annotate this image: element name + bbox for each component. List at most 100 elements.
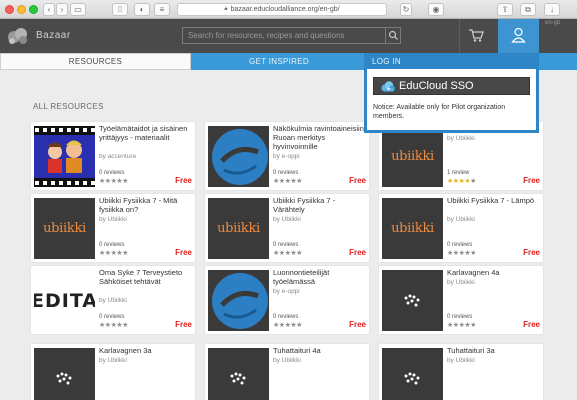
- lock-icon: 🔒︎: [224, 6, 228, 12]
- star-icon: ★: [470, 250, 476, 257]
- resource-card[interactable]: ubiikki Ubiikki Fysiikka 7 - Värähtely by …: [205, 194, 369, 262]
- resource-card[interactable]: Karlavagnen 3a by Ubiikki: [31, 344, 195, 400]
- resource-card[interactable]: Näkökulmia ravintoaineisiin: Ruoan merki…: [205, 122, 369, 190]
- extension-icon[interactable]: ◉: [428, 3, 444, 16]
- card-price: Free: [349, 248, 366, 257]
- close-window-button[interactable]: [5, 5, 14, 14]
- card-title[interactable]: Karlavagnen 3a: [99, 346, 193, 355]
- card-author[interactable]: by Ubiikki: [273, 357, 301, 364]
- minimize-window-button[interactable]: [17, 5, 26, 14]
- card-thumbnail[interactable]: ubiikki: [382, 126, 443, 187]
- card-author[interactable]: by Ubiikki: [447, 357, 475, 364]
- card-price: Free: [523, 320, 540, 329]
- login-popup-body: ★ EduCloud SSO Notice: Available only fo…: [367, 69, 536, 130]
- share-icon[interactable]: ⇪: [497, 3, 513, 16]
- star-icon: ★: [296, 322, 302, 329]
- resource-card[interactable]: ubiikki Ubiikki Fysiikka 7 - Lämpö by Ubii…: [379, 194, 543, 262]
- search-button[interactable]: [385, 28, 400, 43]
- star-rating: ★★★★★: [273, 178, 302, 186]
- search-input[interactable]: Search for resources, recipes and questi…: [182, 27, 401, 44]
- login-popup-title: LOG IN: [372, 57, 401, 66]
- resource-card[interactable]: Työelämätaidot ja sisäinen yrittäjyys - …: [31, 122, 195, 190]
- card-author[interactable]: by Ubiikki: [99, 297, 127, 304]
- site-header: Bazaar Search for resources, recipes and…: [0, 19, 577, 53]
- reload-icon[interactable]: ↻: [400, 3, 412, 16]
- card-author[interactable]: by e-oppi: [273, 153, 300, 160]
- star-rating: ★★★★★: [447, 178, 476, 186]
- card-title[interactable]: Ubiikki Fysiikka 7 - Mitä fysiikka on?: [99, 196, 193, 214]
- card-author[interactable]: by Ubiikki: [99, 216, 127, 223]
- language-selector[interactable]: en-gb: [545, 20, 560, 26]
- sidebar-toggle-icon[interactable]: ▭: [70, 3, 86, 16]
- card-title[interactable]: Työelämätaidot ja sisäinen yrittäjyys - …: [99, 124, 193, 142]
- tabs-overview-icon[interactable]: ⧉: [520, 3, 536, 16]
- card-title[interactable]: Ubiikki Fysiikka 7 - Värähtely: [273, 196, 367, 214]
- card-thumbnail[interactable]: ubiikki: [208, 198, 269, 259]
- card-title[interactable]: Näkökulmia ravintoaineisiin: Ruoan merki…: [273, 124, 367, 151]
- login-notice: Notice: Available only for Pilot organiz…: [373, 104, 506, 120]
- resource-card[interactable]: Tuhattaituri 3a by Ubiikki: [379, 344, 543, 400]
- dot-pattern-icon: [382, 270, 443, 331]
- star-icon: ★: [470, 322, 476, 329]
- shield-icon[interactable]: ◐: [134, 3, 150, 16]
- card-title[interactable]: Karlavagnen 4a: [447, 268, 541, 277]
- card-reviews-count: 0 reviews: [273, 314, 299, 320]
- resource-card[interactable]: EDITA Oma Syke 7 Terveystieto Sähköiset t…: [31, 266, 195, 334]
- cart-icon[interactable]: [468, 28, 484, 43]
- tab-resources[interactable]: RESOURCES: [0, 53, 191, 70]
- header-divider: [459, 19, 460, 53]
- card-thumbnail[interactable]: [382, 348, 443, 400]
- maximize-window-button[interactable]: [29, 5, 38, 14]
- star-icon: ★: [122, 250, 128, 257]
- resource-card[interactable]: Luonnontieteilijät työelämässä by e-oppi 0…: [205, 266, 369, 334]
- bazaar-logo-icon[interactable]: [6, 26, 30, 46]
- educloud-sso-button[interactable]: ★ EduCloud SSO: [373, 77, 530, 95]
- resource-card[interactable]: ubiikki Ubiikki Fysiikka 7 - Mitä fysiikk…: [31, 194, 195, 262]
- search-placeholder: Search for resources, recipes and questi…: [188, 31, 345, 40]
- card-thumbnail[interactable]: EDITA: [34, 270, 95, 331]
- browser-window: ‹ › ▭ ⁞⁞ ◐ ≡ 🔒︎ bazaar.educloudalliance.…: [0, 0, 577, 400]
- user-icon: [511, 27, 526, 43]
- card-title[interactable]: Luonnontieteilijät työelämässä: [273, 268, 367, 286]
- star-icon: ★: [296, 178, 302, 185]
- back-arrow-icon[interactable]: ‹: [43, 3, 55, 16]
- forward-arrow-icon[interactable]: ›: [56, 3, 68, 16]
- brand-name[interactable]: Bazaar: [36, 30, 71, 41]
- card-price: Free: [523, 176, 540, 185]
- download-icon[interactable]: ↓: [544, 3, 560, 16]
- card-price: Free: [349, 320, 366, 329]
- card-thumbnail[interactable]: ubiikki: [34, 198, 95, 259]
- thumbnail-logo-text: ubiikki: [43, 221, 86, 236]
- dot-pattern-icon: [34, 348, 95, 400]
- card-title[interactable]: Ubiikki Fysiikka 7 - Lämpö: [447, 196, 541, 205]
- card-thumbnail[interactable]: [208, 126, 269, 187]
- reader-icon[interactable]: ≡: [154, 3, 170, 16]
- card-thumbnail[interactable]: [208, 270, 269, 331]
- card-author[interactable]: by e-oppi: [273, 288, 300, 295]
- card-thumbnail[interactable]: [382, 270, 443, 331]
- login-button[interactable]: [498, 19, 539, 53]
- card-author[interactable]: by Ubiikki: [273, 216, 301, 223]
- star-rating: ★★★★★: [99, 178, 128, 186]
- resource-card[interactable]: Tuhattaituri 4a by Ubiikki: [205, 344, 369, 400]
- card-author[interactable]: by Ubiikki: [99, 357, 127, 364]
- card-reviews-count: 0 reviews: [99, 170, 125, 176]
- card-title[interactable]: Oma Syke 7 Terveystieto Sähköiset tehtäv…: [99, 268, 193, 286]
- card-author[interactable]: by Ubiikki: [447, 216, 475, 223]
- card-author[interactable]: by Ubiikki: [447, 279, 475, 286]
- card-thumbnail[interactable]: [34, 126, 95, 187]
- card-title[interactable]: Tuhattaituri 4a: [273, 346, 367, 355]
- educloud-sso-label: EduCloud SSO: [399, 80, 474, 92]
- search-icon: [388, 30, 398, 40]
- card-title[interactable]: Tuhattaituri 3a: [447, 346, 541, 355]
- card-thumbnail[interactable]: [208, 348, 269, 400]
- grid-view-icon[interactable]: ⁞⁞: [112, 3, 128, 16]
- resource-card[interactable]: Karlavagnen 4a by Ubiikki 0 reviews ★★★★★ Fr…: [379, 266, 543, 334]
- card-author[interactable]: by accenture: [99, 153, 136, 160]
- address-bar[interactable]: 🔒︎ bazaar.educloudalliance.org/en-gb/: [177, 3, 387, 16]
- card-thumbnail[interactable]: [34, 348, 95, 400]
- card-reviews-count: 0 reviews: [273, 170, 299, 176]
- card-author[interactable]: by Ubiikki: [447, 135, 475, 142]
- star-rating: ★★★★★: [273, 322, 302, 330]
- card-thumbnail[interactable]: ubiikki: [382, 198, 443, 259]
